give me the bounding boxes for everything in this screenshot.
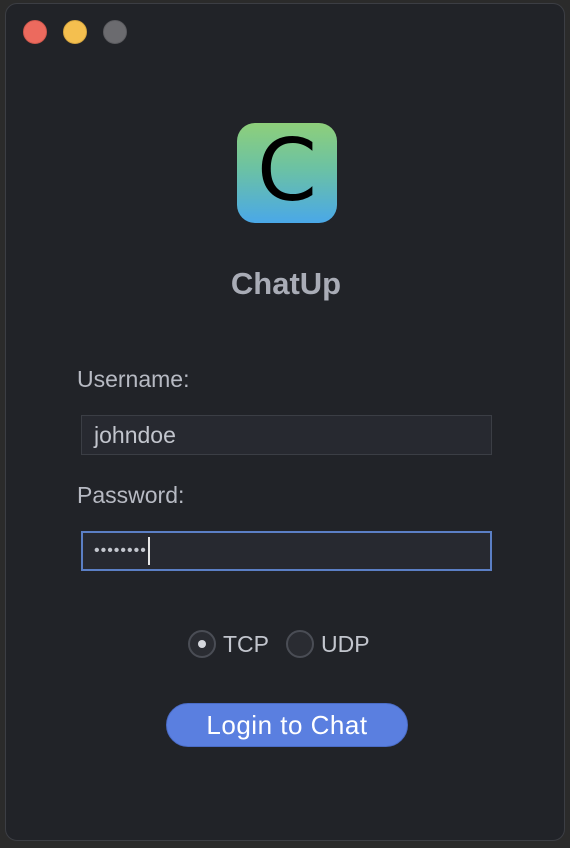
app-title: ChatUp [230,266,342,301]
app-logo-icon: C [237,123,337,223]
tcp-radio-label[interactable]: TCP [223,631,269,658]
minimize-window-button[interactable] [63,20,87,44]
login-button[interactable]: Login to Chat [166,703,408,747]
protocol-radio-group: TCP UDP [188,630,387,658]
udp-radio-label[interactable]: UDP [321,631,370,658]
zoom-window-button[interactable] [103,20,127,44]
radio-selected-dot [198,640,206,648]
username-label: Username: [77,366,190,392]
close-window-button[interactable] [23,20,47,44]
app-logo-letter: C [256,121,318,221]
username-field[interactable]: johndoe [81,415,492,455]
login-window: C ChatUp Username: johndoe Password: •••… [5,3,565,841]
password-value: •••••••• [94,542,147,559]
protocol-option-udp[interactable]: UDP [286,630,370,658]
password-field[interactable]: •••••••• [81,531,492,571]
tcp-radio-button[interactable] [188,630,216,658]
text-caret [147,537,150,565]
udp-radio-button[interactable] [286,630,314,658]
protocol-option-tcp[interactable]: TCP [188,630,269,658]
username-value: johndoe [94,421,176,448]
password-label: Password: [77,482,185,508]
